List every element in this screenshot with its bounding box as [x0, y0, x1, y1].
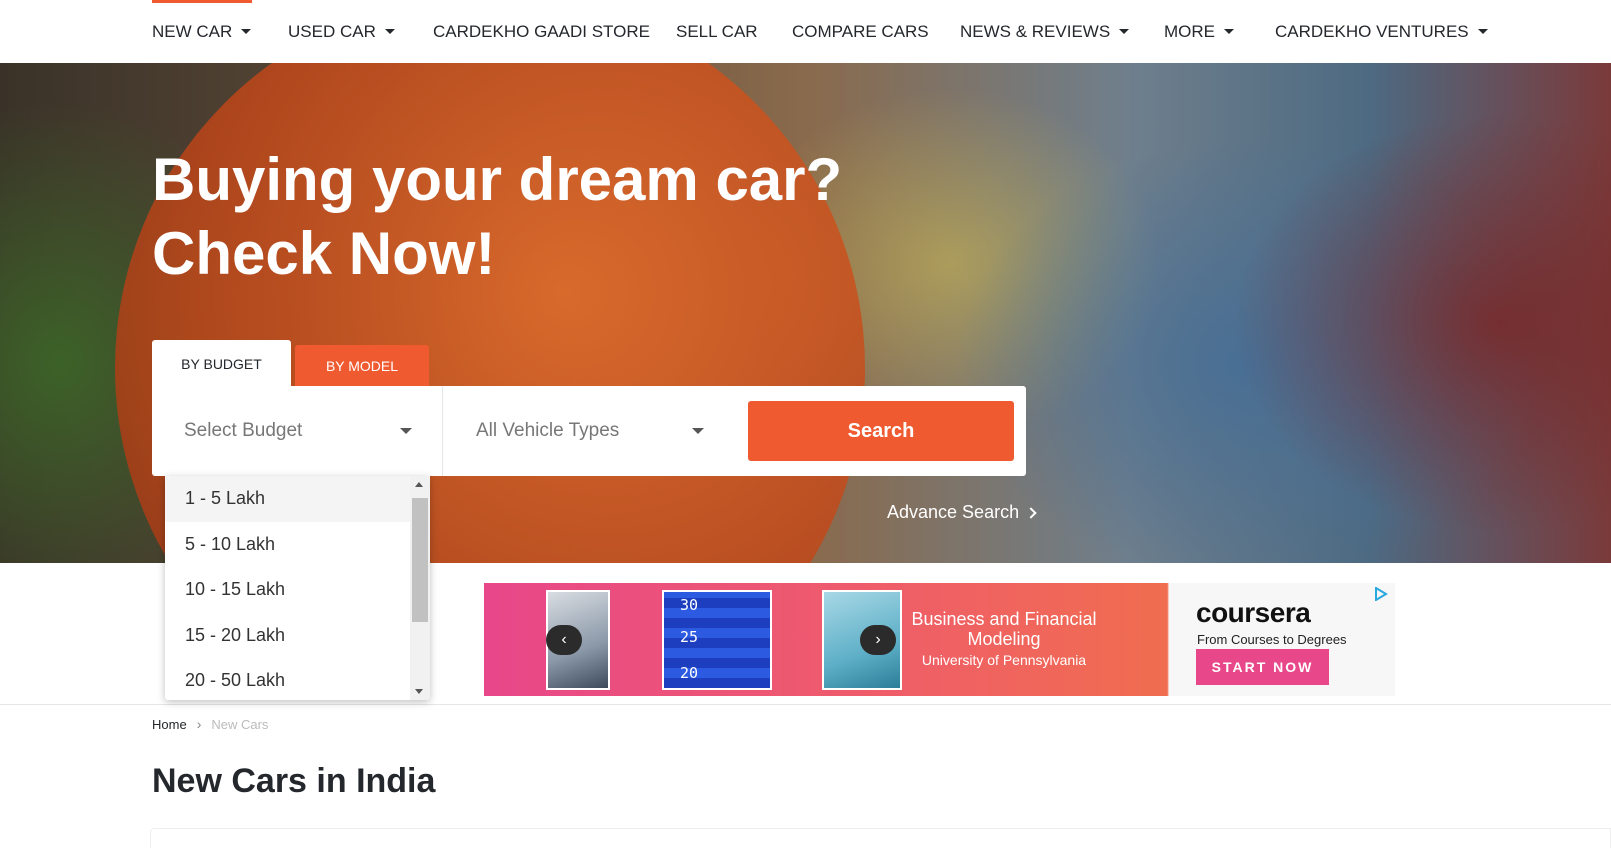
nav-item-new-car[interactable]: NEW CAR	[152, 22, 288, 42]
caret-down-icon	[241, 29, 252, 34]
breadcrumb: Home › New Cars	[152, 716, 268, 732]
section-divider	[0, 704, 1611, 705]
nav-item-more[interactable]: MORE	[1164, 22, 1275, 42]
caret-down-icon	[384, 29, 395, 34]
budget-option[interactable]: 5 - 10 Lakh	[165, 522, 410, 568]
budget-dropdown: 1 - 5 Lakh 5 - 10 Lakh 10 - 15 Lakh 15 -…	[165, 476, 430, 700]
budget-option[interactable]: 15 - 20 Lakh	[165, 613, 410, 659]
divider	[442, 386, 443, 476]
budget-option[interactable]: 1 - 5 Lakh	[165, 476, 410, 522]
ad-next-arrow-icon[interactable]: ›	[860, 625, 896, 655]
scrollbar-thumb[interactable]	[412, 498, 428, 622]
scroll-down-arrow-icon[interactable]	[415, 689, 423, 694]
breadcrumb-home-link[interactable]: Home	[152, 717, 187, 732]
caret-down-icon	[400, 428, 412, 434]
tab-by-model[interactable]: BY MODEL	[295, 345, 429, 387]
nav-item-gaadi-store[interactable]: CARDEKHO GAADI STORE	[433, 22, 676, 42]
budget-select[interactable]: Select Budget	[184, 386, 412, 476]
adchoices-icon[interactable]	[1374, 587, 1388, 601]
ad-start-now-button[interactable]: START NOW	[1196, 649, 1329, 685]
caret-down-icon	[1477, 29, 1488, 34]
dropdown-scrollbar[interactable]	[410, 476, 430, 700]
nav-item-compare-cars[interactable]: COMPARE CARS	[792, 22, 960, 42]
coursera-logo: coursera	[1196, 597, 1311, 628]
top-navigation: NEW CAR USED CAR CARDEKHO GAADI STORE SE…	[0, 0, 1611, 63]
search-button[interactable]: Search	[748, 401, 1014, 461]
tab-by-budget[interactable]: BY BUDGET	[152, 340, 291, 387]
caret-down-icon	[692, 428, 704, 434]
hero-title: Buying your dream car? Check Now!	[152, 146, 843, 287]
ad-course-image: 30 25 20	[662, 590, 772, 690]
nav-item-sell-car[interactable]: SELL CAR	[676, 22, 792, 42]
budget-option[interactable]: 10 - 15 Lakh	[165, 567, 410, 613]
chevron-right-icon	[1025, 506, 1037, 519]
vehicle-type-select[interactable]: All Vehicle Types	[476, 386, 704, 476]
budget-options-list: 1 - 5 Lakh 5 - 10 Lakh 10 - 15 Lakh 15 -…	[165, 476, 410, 700]
breadcrumb-current: New Cars	[211, 716, 269, 732]
breadcrumb-separator-icon: ›	[196, 716, 202, 732]
content-card	[150, 828, 1611, 848]
budget-option[interactable]: 20 - 50 Lakh	[165, 658, 410, 700]
caret-down-icon	[1224, 29, 1234, 34]
nav-item-news-reviews[interactable]: NEWS & REVIEWS	[960, 22, 1164, 42]
advertisement-banner[interactable]: 30 25 20 ‹ › Business and Financial Mode…	[484, 583, 1395, 696]
nav-item-used-car[interactable]: USED CAR	[288, 22, 433, 42]
ad-institution: University of Pennsylvania	[921, 652, 1087, 668]
ad-course-info: Business and Financial Modeling Universi…	[904, 609, 1104, 668]
nav-menu: NEW CAR USED CAR CARDEKHO GAADI STORE SE…	[152, 0, 1488, 63]
ad-tagline: From Courses to Degrees	[1197, 632, 1347, 647]
caret-down-icon	[1119, 29, 1130, 34]
ad-course-title: Business and Financial Modeling	[911, 609, 1097, 649]
scroll-up-arrow-icon[interactable]	[415, 482, 423, 487]
ad-prev-arrow-icon[interactable]: ‹	[546, 625, 582, 655]
page-title: New Cars in India	[152, 762, 436, 800]
advance-search-link[interactable]: Advance Search	[887, 502, 1037, 523]
search-panel: Select Budget All Vehicle Types Search	[152, 386, 1026, 476]
nav-item-cardekho-ventures[interactable]: CARDEKHO VENTURES	[1275, 22, 1488, 42]
